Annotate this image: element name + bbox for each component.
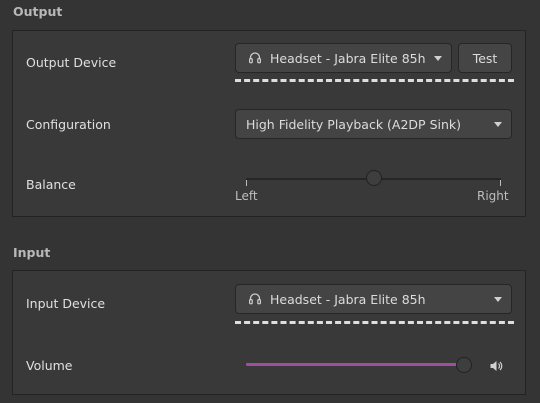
output-device-label: Output Device bbox=[26, 55, 117, 70]
balance-left-label: Left bbox=[235, 189, 258, 203]
input-device-label: Input Device bbox=[26, 296, 106, 311]
volume-slider-fill bbox=[246, 363, 464, 366]
balance-tick-right bbox=[500, 180, 501, 186]
output-panel: Output Device Headset - Jabra Elite 85h … bbox=[12, 30, 526, 217]
balance-label: Balance bbox=[26, 177, 76, 192]
chevron-down-icon bbox=[434, 56, 442, 61]
speaker-icon[interactable] bbox=[489, 358, 503, 377]
configuration-label: Configuration bbox=[26, 117, 111, 132]
headset-icon bbox=[248, 292, 262, 306]
configuration-value: High Fidelity Playback (A2DP Sink) bbox=[246, 116, 462, 132]
input-device-value: Headset - Jabra Elite 85h bbox=[270, 291, 426, 307]
input-device-combo[interactable]: Headset - Jabra Elite 85h bbox=[235, 284, 512, 314]
input-section-title: Input bbox=[13, 245, 51, 260]
input-device-dashed-line bbox=[235, 321, 514, 324]
volume-slider-knob[interactable] bbox=[456, 357, 472, 373]
configuration-combo[interactable]: High Fidelity Playback (A2DP Sink) bbox=[235, 109, 512, 139]
volume-label: Volume bbox=[26, 358, 73, 373]
output-device-combo[interactable]: Headset - Jabra Elite 85h bbox=[235, 43, 452, 73]
chevron-down-icon bbox=[494, 122, 502, 127]
balance-tick-left bbox=[246, 180, 247, 186]
output-device-dashed-line bbox=[235, 79, 514, 82]
balance-right-label: Right bbox=[477, 189, 509, 203]
output-device-value: Headset - Jabra Elite 85h bbox=[270, 50, 426, 66]
output-section-title: Output bbox=[13, 4, 63, 19]
headset-icon bbox=[248, 51, 262, 65]
test-button[interactable]: Test bbox=[458, 43, 512, 73]
input-panel: Input Device Headset - Jabra Elite 85h V… bbox=[12, 270, 526, 395]
chevron-down-icon bbox=[494, 297, 502, 302]
balance-slider-knob[interactable] bbox=[365, 170, 382, 186]
